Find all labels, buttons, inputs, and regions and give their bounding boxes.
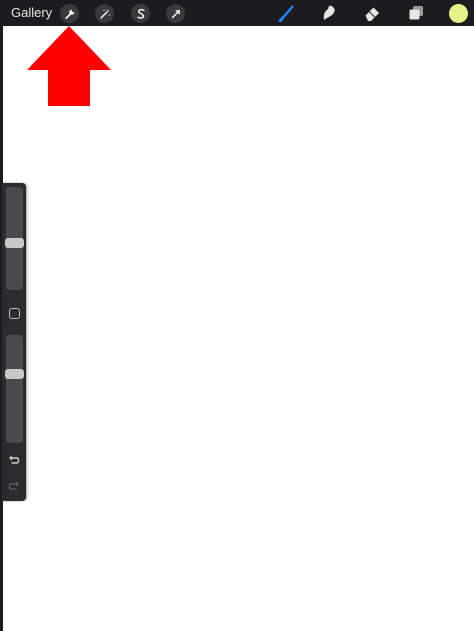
smudge-icon bbox=[323, 5, 335, 20]
top-toolbar: Gallery bbox=[0, 0, 474, 26]
gallery-button[interactable]: Gallery bbox=[11, 5, 52, 21]
brush-size-slider-thumb[interactable] bbox=[5, 238, 24, 248]
adjustments-button[interactable] bbox=[95, 4, 114, 23]
sidebar bbox=[2, 183, 26, 501]
magic-wand-icon bbox=[99, 8, 110, 19]
selection-icon bbox=[136, 8, 145, 19]
brush-size-slider[interactable] bbox=[5, 187, 24, 290]
layers-button[interactable] bbox=[406, 3, 426, 23]
wrench-icon bbox=[64, 9, 74, 19]
modify-button[interactable] bbox=[9, 308, 20, 319]
layers-icon bbox=[409, 6, 423, 20]
drawing-canvas[interactable] bbox=[3, 26, 474, 631]
undo-icon bbox=[9, 455, 20, 464]
smudge-tool-button[interactable] bbox=[319, 3, 339, 23]
opacity-slider[interactable] bbox=[5, 335, 24, 443]
color-picker-button[interactable] bbox=[449, 4, 468, 23]
undo-button[interactable] bbox=[7, 453, 21, 467]
selection-button[interactable] bbox=[131, 4, 150, 23]
transform-arrow-icon bbox=[171, 9, 180, 18]
brush-icon bbox=[278, 5, 294, 22]
actions-button[interactable] bbox=[60, 4, 79, 23]
transform-button[interactable] bbox=[166, 4, 185, 23]
brush-tool-button[interactable] bbox=[277, 3, 297, 23]
eraser-tool-button[interactable] bbox=[362, 3, 382, 23]
red-arrow-annotation bbox=[27, 26, 111, 106]
redo-button[interactable] bbox=[7, 479, 21, 493]
eraser-icon bbox=[365, 7, 379, 21]
opacity-slider-thumb[interactable] bbox=[5, 369, 24, 379]
redo-icon bbox=[8, 481, 19, 490]
